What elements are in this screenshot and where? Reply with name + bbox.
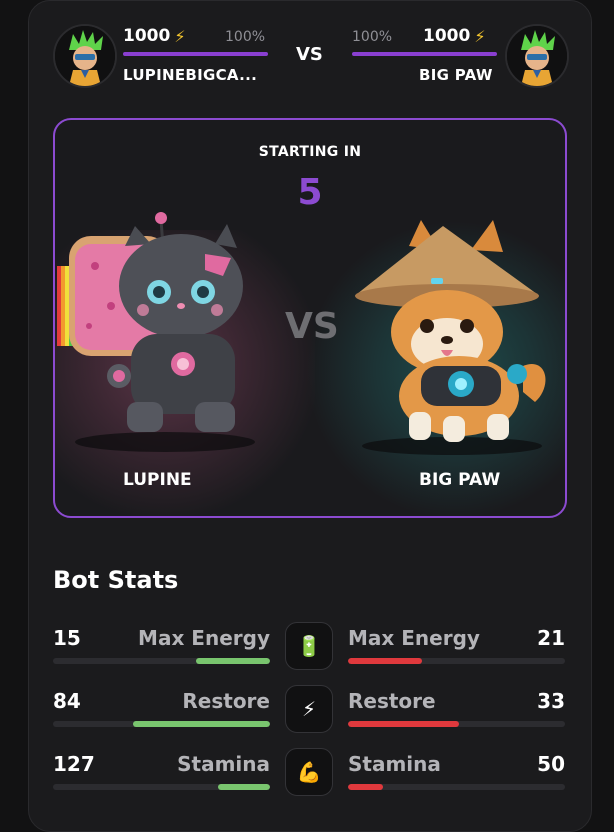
left-stat-value: 15 [53,626,81,650]
stat-row: 127 Stamina 💪 Stamina 50 [53,748,565,812]
right-stat-label: Stamina [348,752,441,776]
left-stat-bar-fill [196,658,270,664]
left-stat-bar [53,784,270,790]
right-stat-value: 21 [537,626,565,650]
punk-character-icon [55,26,115,86]
player-right-percent: 100% [352,29,393,45]
right-stat-bar [348,658,565,664]
right-stat-bar-fill [348,721,459,727]
left-stat-value: 127 [53,752,95,776]
left-stat-bar [53,658,270,664]
player-left-health-bar [123,52,268,56]
arena-vs-label: VS [285,306,339,347]
battery-icon: 🔋 [285,622,333,670]
left-stat-value: 84 [53,689,81,713]
lightning-bolt-icon: ⚡ [174,26,186,46]
right-stat-bar [348,784,565,790]
left-stat-bar-fill [217,784,270,790]
header-vs-label: VS [296,44,323,65]
player-right-health-bar [352,52,497,56]
right-stat-bar [348,721,565,727]
big-paw-shiba-robot-image [355,220,546,455]
right-stat-label: Restore [348,689,436,713]
stat-row: 15 Max Energy 🔋 Max Energy 21 [53,622,565,686]
player-left-percent: 100% [225,29,266,45]
lightning-bolt-icon: ⚡ [474,26,486,46]
right-stat-bar-fill [348,658,422,664]
stat-row: 84 Restore ⚡ Restore 33 [53,685,565,749]
right-stat-bar-fill [348,784,383,790]
left-stat-label: Max Energy [138,626,270,650]
left-stat-label: Stamina [177,752,270,776]
right-stat-label: Max Energy [348,626,480,650]
player-right-avatar[interactable] [505,24,569,88]
punk-character-icon [507,26,567,86]
left-stat-bar [53,721,270,727]
player-right-name: BIG PAW [419,66,493,84]
bot-stats-title: Bot Stats [53,566,179,594]
player-left-avatar[interactable] [53,24,117,88]
lightning-bolt-icon: ⚡ [285,685,333,733]
left-stat-bar-fill [133,721,270,727]
player-left-name: LUPINEBIGCA... [123,66,258,84]
left-bot-name: LUPINE [123,470,192,490]
player-right-energy: 1000 ⚡ [423,26,486,46]
flexed-biceps-icon: 💪 [285,748,333,796]
left-stat-label: Restore [182,689,270,713]
lupine-cat-robot-image [57,212,255,452]
right-stat-value: 50 [537,752,565,776]
right-bot-name: BIG PAW [419,470,501,490]
battle-arena: STARTING IN 5 VS LUPINE BIG PAW [53,118,567,518]
right-stat-value: 33 [537,689,565,713]
player-left-energy: 1000 ⚡ [123,26,186,46]
starting-in-label: STARTING IN [258,144,362,160]
